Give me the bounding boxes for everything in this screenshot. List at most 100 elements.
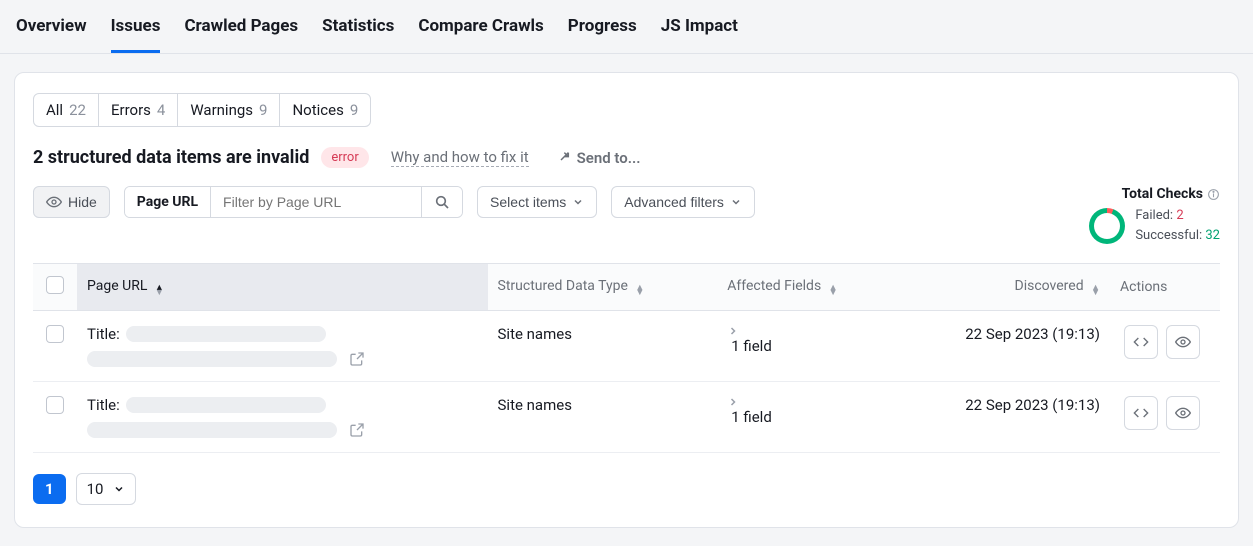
- page-url-input[interactable]: [211, 187, 421, 217]
- advanced-filters-label: Advanced filters: [624, 194, 724, 210]
- col-discovered-label: Discovered: [1015, 278, 1084, 294]
- select-items-button[interactable]: Select items: [477, 186, 597, 218]
- chevron-down-icon: [572, 196, 584, 208]
- redacted-url: [87, 351, 337, 367]
- table-row: Title: Site names: [33, 311, 1220, 382]
- row-sdt: Site names: [488, 311, 718, 382]
- col-sdt-label: Structured Data Type: [498, 278, 628, 294]
- total-checks: Total Checks Failed: 2 Successful: 32: [1089, 186, 1220, 245]
- chevron-right-icon[interactable]: [727, 325, 887, 337]
- page-url-label: Page URL: [125, 187, 211, 217]
- filter-errors-count: 4: [157, 101, 165, 119]
- col-actions-label: Actions: [1120, 279, 1167, 295]
- view-page-button[interactable]: [1166, 396, 1200, 430]
- info-icon[interactable]: [1207, 188, 1220, 201]
- pagination: 1 10: [33, 473, 1220, 505]
- tab-statistics[interactable]: Statistics: [322, 10, 394, 53]
- filter-notices-label: Notices: [292, 101, 343, 119]
- select-items-label: Select items: [490, 194, 566, 210]
- search-icon: [434, 194, 450, 210]
- filter-warnings-count: 9: [259, 101, 267, 119]
- send-to-label: Send to...: [577, 149, 641, 167]
- severity-badge: error: [321, 147, 368, 168]
- failed-count: 2: [1176, 208, 1183, 223]
- issue-title-row: 2 structured data items are invalid erro…: [33, 147, 1220, 168]
- row-title-prefix: Title:: [87, 396, 120, 414]
- successful-count: 32: [1205, 228, 1220, 243]
- filter-notices[interactable]: Notices 9: [280, 94, 370, 126]
- view-code-button[interactable]: [1124, 396, 1158, 430]
- tab-progress[interactable]: Progress: [568, 10, 637, 53]
- row-discovered: 22 Sep 2023 (19:13): [897, 382, 1110, 453]
- col-page-url-label: Page URL: [87, 278, 147, 294]
- issue-title: 2 structured data items are invalid: [33, 147, 309, 168]
- sort-icon: ▲▼: [155, 286, 164, 296]
- page-size-selector[interactable]: 10: [76, 473, 137, 505]
- search-button[interactable]: [421, 187, 462, 217]
- table-toolbar: Hide Page URL Select items Advanced filt…: [33, 186, 1220, 245]
- view-code-button[interactable]: [1124, 325, 1158, 359]
- page-current[interactable]: 1: [33, 474, 66, 504]
- external-link-icon[interactable]: [349, 422, 365, 438]
- send-to-button[interactable]: Send to...: [555, 149, 641, 167]
- col-page-url[interactable]: Page URL ▲▼: [77, 264, 488, 311]
- code-icon: [1133, 334, 1149, 350]
- eye-icon: [1175, 405, 1191, 421]
- code-icon: [1133, 405, 1149, 421]
- row-title-prefix: Title:: [87, 325, 120, 343]
- row-discovered: 22 Sep 2023 (19:13): [897, 311, 1110, 382]
- filter-notices-count: 9: [350, 101, 358, 119]
- col-structured-data-type[interactable]: Structured Data Type ▲▼: [488, 264, 718, 311]
- hide-button[interactable]: Hide: [33, 186, 110, 218]
- redacted-title: [126, 397, 326, 413]
- row-affected: 1 field: [731, 337, 772, 355]
- successful-label: Successful:: [1135, 228, 1202, 243]
- sort-icon: ▲▼: [829, 286, 838, 296]
- tab-crawled-pages[interactable]: Crawled Pages: [184, 10, 298, 53]
- totals-donut-chart: [1089, 208, 1125, 244]
- row-checkbox[interactable]: [46, 396, 64, 414]
- eye-icon: [1175, 334, 1191, 350]
- chevron-down-icon: [113, 483, 125, 495]
- view-page-button[interactable]: [1166, 325, 1200, 359]
- filter-errors[interactable]: Errors 4: [99, 94, 178, 126]
- col-affected-fields[interactable]: Affected Fields ▲▼: [717, 264, 897, 311]
- page-url-filter-group: Page URL: [124, 186, 463, 218]
- row-sdt: Site names: [488, 382, 718, 453]
- col-affected-label: Affected Fields: [727, 278, 821, 294]
- col-actions: Actions: [1110, 264, 1220, 311]
- sort-icon: ▲▼: [1091, 286, 1100, 296]
- advanced-filters-button[interactable]: Advanced filters: [611, 186, 755, 218]
- tab-js-impact[interactable]: JS Impact: [661, 10, 738, 53]
- filter-errors-label: Errors: [111, 101, 151, 119]
- share-icon: [555, 150, 571, 166]
- redacted-url: [87, 422, 337, 438]
- filter-all-label: All: [46, 101, 63, 119]
- filter-all[interactable]: All 22: [34, 94, 99, 126]
- hide-label: Hide: [68, 194, 97, 210]
- tab-overview[interactable]: Overview: [16, 10, 87, 53]
- tab-issues[interactable]: Issues: [111, 10, 161, 53]
- table-row: Title: Site names: [33, 382, 1220, 453]
- chevron-down-icon: [730, 196, 742, 208]
- failed-label: Failed:: [1135, 208, 1173, 223]
- tab-compare-crawls[interactable]: Compare Crawls: [418, 10, 543, 53]
- filter-warnings-label: Warnings: [190, 101, 253, 119]
- eye-icon: [46, 194, 62, 210]
- sort-icon: ▲▼: [635, 286, 644, 296]
- total-checks-label: Total Checks: [1122, 186, 1203, 202]
- select-all-checkbox[interactable]: [46, 276, 64, 294]
- col-discovered[interactable]: Discovered ▲▼: [897, 264, 1110, 311]
- main-tabs: Overview Issues Crawled Pages Statistics…: [0, 0, 1253, 54]
- issue-severity-filter: All 22 Errors 4 Warnings 9 Notices 9: [33, 93, 371, 127]
- page-size-value: 10: [87, 480, 104, 498]
- help-link[interactable]: Why and how to fix it: [391, 148, 529, 167]
- redacted-title: [126, 326, 326, 342]
- chevron-right-icon[interactable]: [727, 396, 887, 408]
- external-link-icon[interactable]: [349, 351, 365, 367]
- filter-warnings[interactable]: Warnings 9: [178, 94, 280, 126]
- row-checkbox[interactable]: [46, 325, 64, 343]
- issues-panel: All 22 Errors 4 Warnings 9 Notices 9 2 s…: [14, 72, 1239, 528]
- issues-table: Page URL ▲▼ Structured Data Type ▲▼ Affe…: [33, 263, 1220, 453]
- row-affected: 1 field: [731, 408, 772, 426]
